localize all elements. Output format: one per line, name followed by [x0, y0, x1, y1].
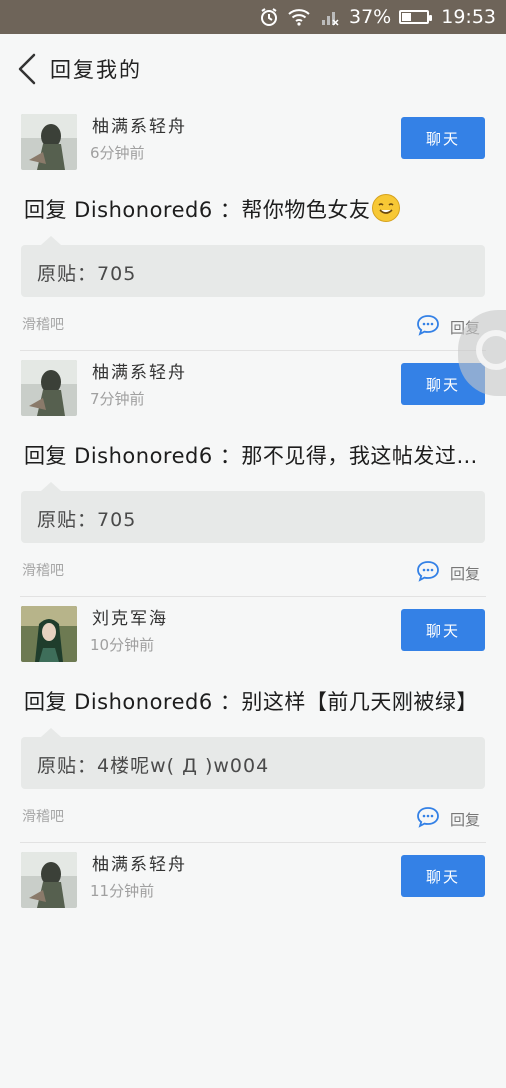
- reply-text[interactable]: 回复 Dishonored6 ：别这样【前几天刚被绿】: [24, 686, 478, 716]
- reply-prefix: 回复 Dishonored6 ：: [24, 690, 242, 714]
- forum-name[interactable]: 滑稽吧: [22, 560, 64, 580]
- timestamp: 11分钟前: [90, 882, 155, 900]
- reply-prefix: 回复 Dishonored6 ：: [24, 198, 242, 222]
- username[interactable]: 柚满系轻舟: [92, 112, 187, 137]
- avatar[interactable]: [21, 360, 77, 416]
- original-post-text: 原贴：4楼呢w( Д )w004: [37, 751, 269, 778]
- original-post-text: 原贴：705: [37, 505, 136, 532]
- reply-list: 柚满系轻舟 6分钟前 聊天 回复 Dishonored6 ：帮你物色女友 原贴：…: [0, 104, 506, 1088]
- original-post-value: 4楼呢w( Д )w004: [97, 755, 270, 777]
- alarm-icon: [259, 7, 279, 27]
- forum-name[interactable]: 滑稽吧: [22, 314, 64, 334]
- status-icons: 37% 19:53: [259, 0, 496, 34]
- header-bar: 回复我的: [0, 34, 506, 104]
- timestamp: 10分钟前: [90, 636, 155, 654]
- original-post-label: 原贴：: [37, 509, 98, 531]
- original-post[interactable]: 原贴：4楼呢w( Д )w004: [21, 728, 485, 789]
- comment-icon: [416, 806, 440, 832]
- floating-ring-icon: [476, 330, 506, 370]
- list-item: 柚满系轻舟 11分钟前 聊天: [0, 842, 506, 1088]
- list-item: 刘克军海 10分钟前 聊天 回复 Dishonored6 ：别这样【前几天刚被绿…: [0, 596, 506, 842]
- username[interactable]: 柚满系轻舟: [92, 358, 187, 383]
- reply-label: 回复: [450, 810, 481, 829]
- chat-button[interactable]: 聊天: [401, 855, 485, 897]
- reply-button[interactable]: 回复: [416, 806, 480, 832]
- reply-body: 那不见得，我这帖发过…: [241, 444, 478, 468]
- avatar[interactable]: [21, 606, 77, 662]
- battery-icon: [399, 10, 433, 24]
- smile-emoji-icon: [372, 194, 401, 222]
- timestamp: 6分钟前: [90, 144, 145, 162]
- reply-body: 帮你物色女友: [241, 198, 371, 222]
- original-post-label: 原贴：: [37, 263, 98, 285]
- original-post-label: 原贴：: [37, 755, 98, 777]
- list-item: 柚满系轻舟 7分钟前 聊天 回复 Dishonored6 ：那不见得，我这帖发过…: [0, 350, 506, 596]
- status-bar: 37% 19:53: [0, 0, 506, 34]
- comment-icon: [416, 560, 440, 586]
- battery-fill: [402, 13, 412, 21]
- original-post[interactable]: 原贴：705: [21, 482, 485, 543]
- wifi-icon: [287, 7, 311, 27]
- divider: [20, 596, 486, 597]
- divider: [20, 350, 486, 351]
- reply-text[interactable]: 回复 Dishonored6 ：那不见得，我这帖发过…: [24, 440, 478, 470]
- chat-button[interactable]: 聊天: [401, 117, 485, 159]
- chevron-left-icon[interactable]: [14, 52, 44, 86]
- original-post-value: 705: [97, 509, 137, 531]
- timestamp: 7分钟前: [90, 390, 145, 408]
- reply-text[interactable]: 回复 Dishonored6 ：帮你物色女友: [24, 194, 401, 224]
- username[interactable]: 柚满系轻舟: [92, 850, 187, 875]
- avatar[interactable]: [21, 114, 77, 170]
- battery-text: 37%: [349, 6, 392, 28]
- reply-button[interactable]: 回复: [416, 560, 480, 586]
- page-title: 回复我的: [50, 58, 142, 82]
- comment-icon: [416, 314, 440, 340]
- reply-body: 别这样【前几天刚被绿】: [241, 690, 478, 714]
- signal-icon: [319, 7, 341, 27]
- original-post-text: 原贴：705: [37, 259, 136, 286]
- original-post-value: 705: [97, 263, 137, 285]
- forum-name[interactable]: 滑稽吧: [22, 806, 64, 826]
- list-item: 柚满系轻舟 6分钟前 聊天 回复 Dishonored6 ：帮你物色女友 原贴：…: [0, 104, 506, 350]
- divider: [20, 842, 486, 843]
- clock: 19:53: [441, 6, 496, 28]
- original-post[interactable]: 原贴：705: [21, 236, 485, 297]
- username[interactable]: 刘克军海: [92, 604, 168, 629]
- chat-button[interactable]: 聊天: [401, 609, 485, 651]
- reply-label: 回复: [450, 564, 481, 583]
- reply-prefix: 回复 Dishonored6 ：: [24, 444, 242, 468]
